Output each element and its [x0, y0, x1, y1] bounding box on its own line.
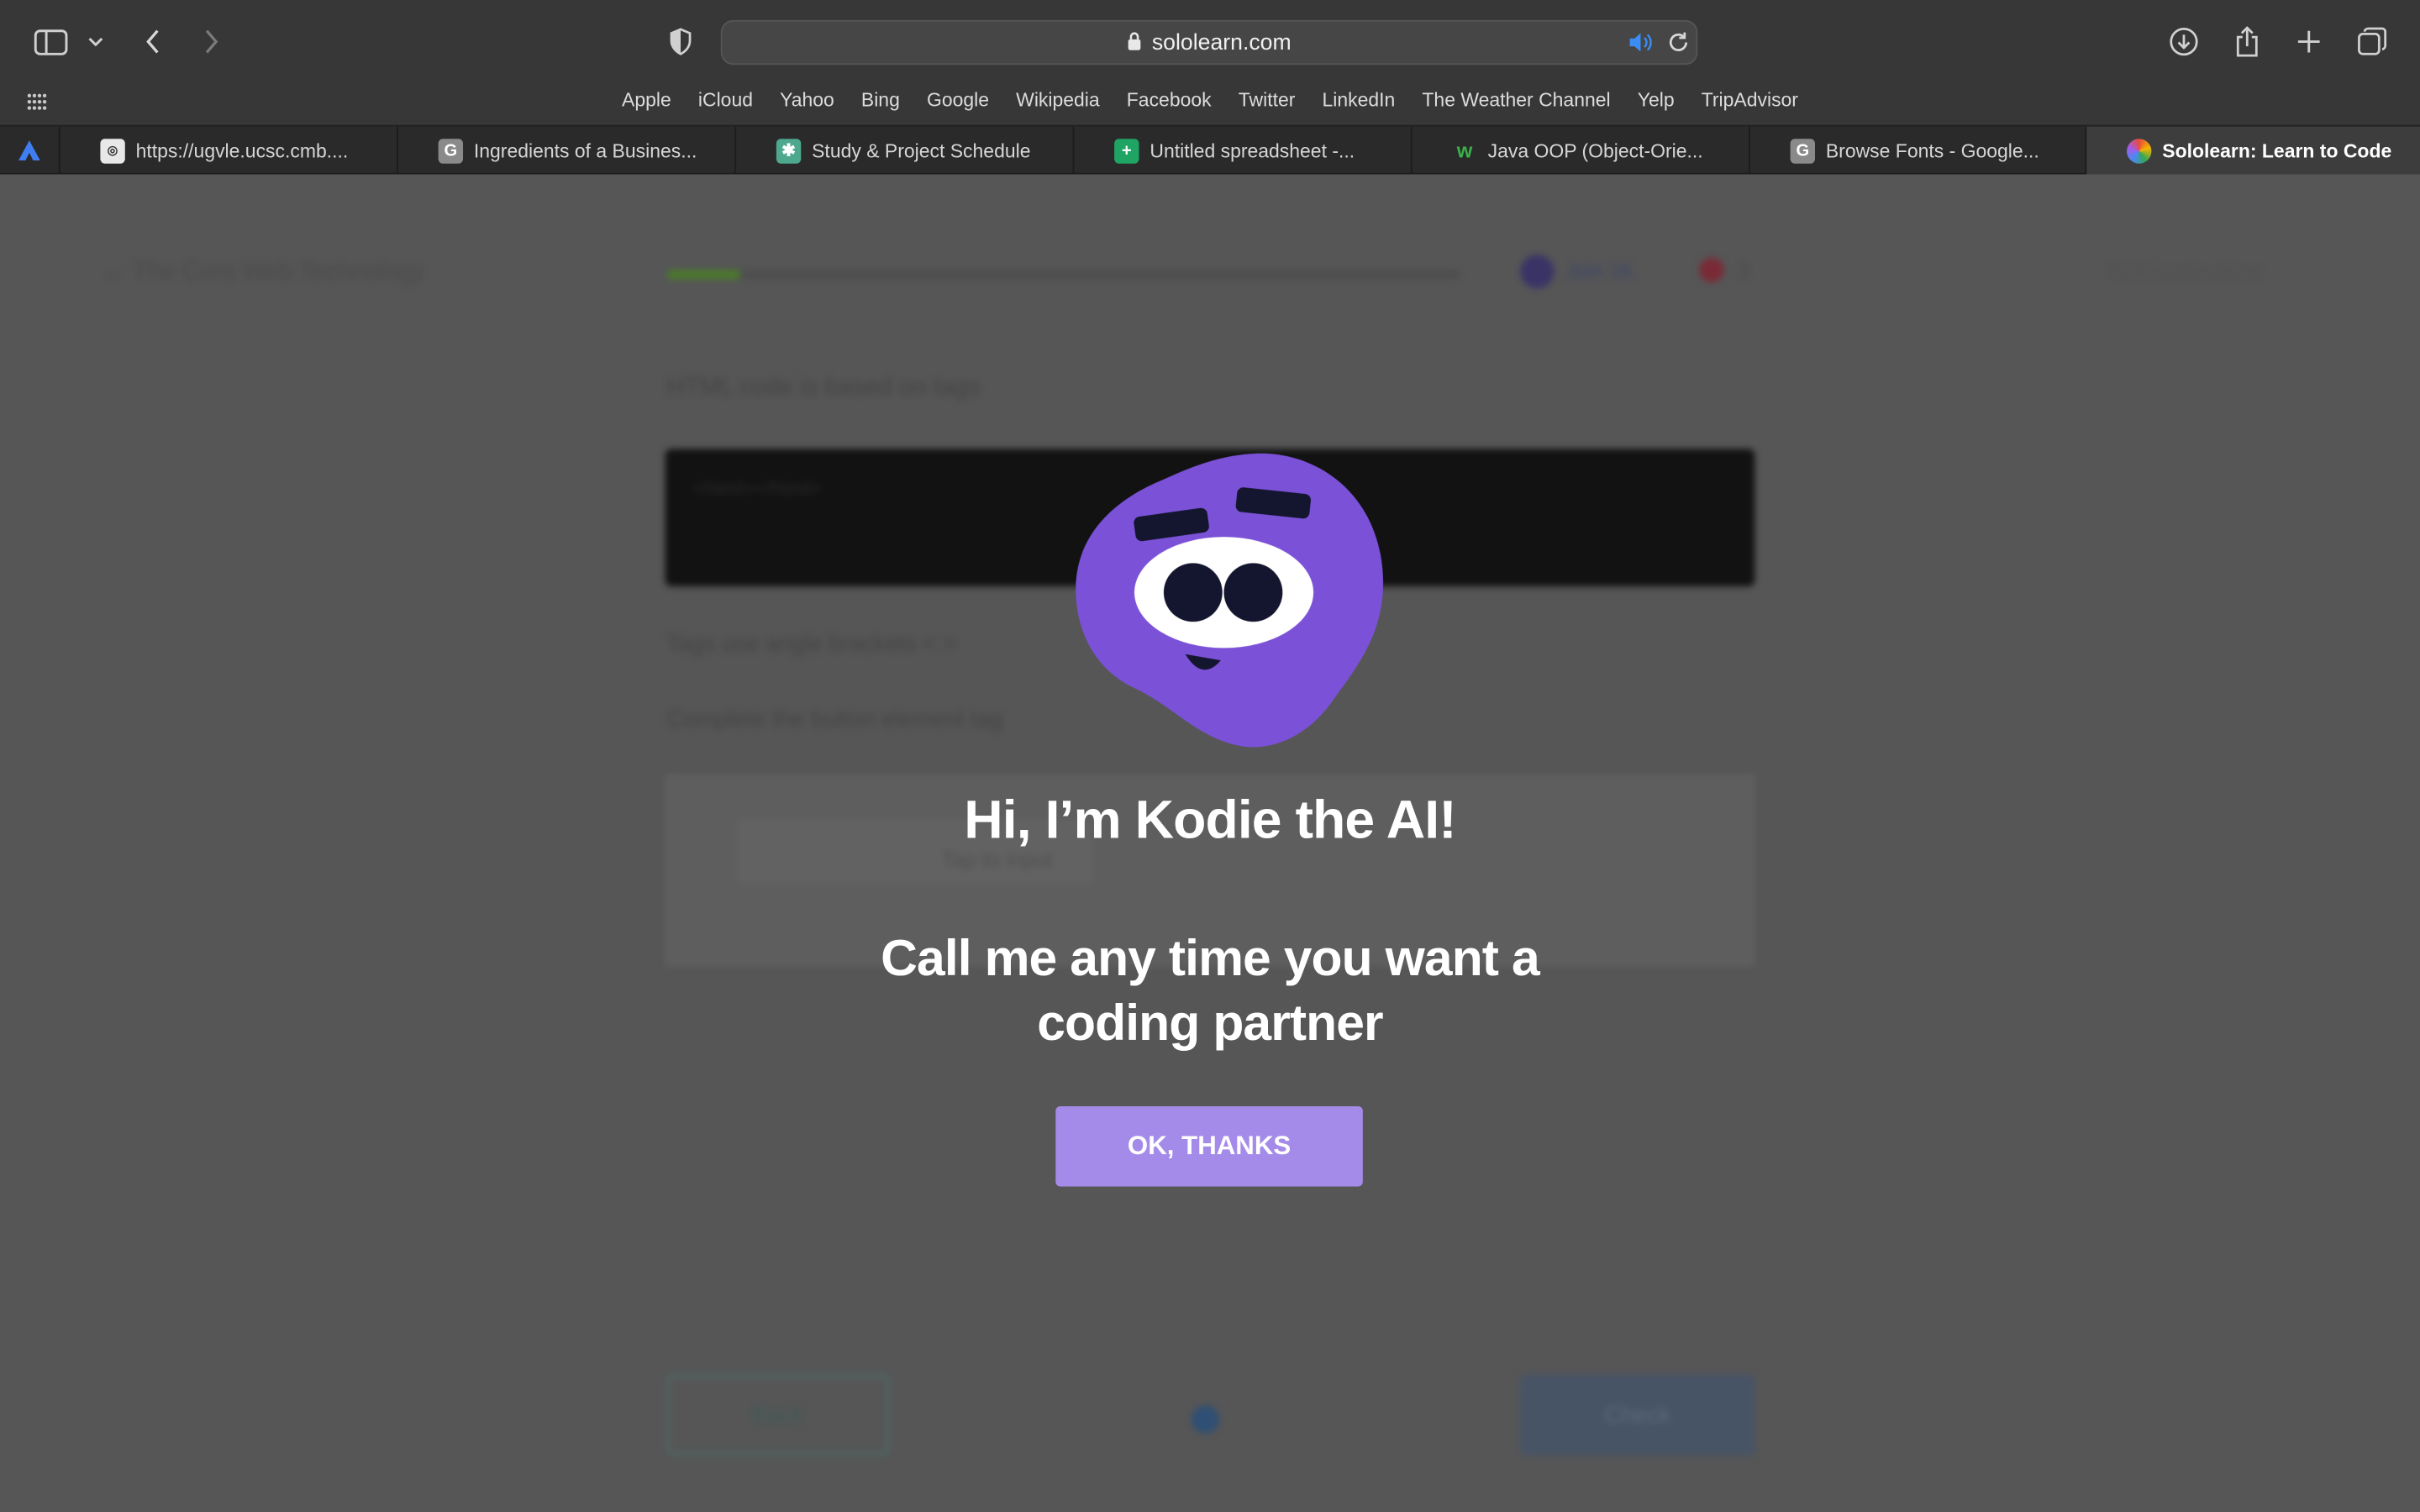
lesson-text: HTML code is based on tags — [666, 375, 981, 402]
new-tab-plus-icon[interactable] — [2293, 20, 2324, 63]
back-arrow-icon[interactable] — [139, 20, 166, 63]
w3schools-favicon: w — [1456, 139, 1473, 162]
kodie-mascot-icon — [1076, 453, 1384, 748]
tab-ingredients[interactable]: G Ingredients of a Busines... — [397, 126, 734, 175]
forward-arrow-icon[interactable] — [197, 20, 225, 63]
pinned-tab[interactable] — [0, 127, 59, 175]
modal-subtitle: Call me any time you want a coding partn… — [747, 926, 1673, 1055]
user-label: Join 1K — [1566, 259, 1634, 283]
hearts-count: 3 — [1738, 259, 1749, 283]
sololearn-favicon — [2127, 138, 2152, 163]
lesson-back-link[interactable]: ← The Core Web Technology — [102, 260, 424, 287]
url-text: sololearn.com — [1151, 30, 1292, 56]
tab-label: https://ugvle.ucsc.cmb.... — [135, 139, 349, 161]
sidebar-toggle-icon[interactable] — [33, 20, 70, 63]
tab-label: Sololearn: Learn to Code — [2162, 139, 2392, 161]
heart-icon — [1699, 257, 1724, 283]
tab-label: Java OOP (Object-Orie... — [1487, 139, 1703, 161]
favorites-bar: Apple iCloud Yahoo Bing Google Wikipedia… — [0, 90, 2420, 112]
tab-ucsc[interactable]: ◎ https://ugvle.ucsc.cmb.... — [58, 126, 397, 175]
favorite-link[interactable]: The Weather Channel — [1422, 90, 1610, 112]
lesson-text: Complete the button element tag — [666, 706, 1003, 733]
reload-icon[interactable] — [1667, 31, 1691, 62]
code-text: <html></html> — [692, 476, 822, 501]
lesson-text: Tags use angle brackets < > — [666, 631, 957, 658]
chatgpt-favicon: ✱ — [776, 138, 802, 163]
back-button[interactable]: Back — [666, 1374, 889, 1456]
speaker-icon[interactable] — [1628, 31, 1653, 62]
favorite-link[interactable]: Bing — [861, 90, 900, 112]
sheets-favicon: + — [1114, 138, 1139, 163]
check-button[interactable]: Check — [1520, 1374, 1755, 1456]
favorite-link[interactable]: Twitter — [1239, 90, 1296, 112]
lock-icon — [1127, 31, 1142, 57]
tab-label: Ingredients of a Busines... — [473, 139, 697, 161]
ok-thanks-button[interactable]: OK, THANKS — [1055, 1105, 1363, 1187]
pinned-app-icon — [18, 140, 40, 161]
tab-label: Study & Project Schedule — [812, 139, 1031, 161]
ucsc-favicon: ◎ — [100, 138, 125, 163]
tab-java-oop[interactable]: w Java OOP (Object-Orie... — [1410, 126, 1749, 175]
address-bar[interactable]: sololearn.com — [720, 19, 1698, 66]
favorite-link[interactable]: Yelp — [1638, 90, 1675, 112]
tab-spreadsheet[interactable]: + Untitled spreadsheet -... — [1072, 126, 1411, 175]
favorite-link[interactable]: Yahoo — [780, 90, 834, 112]
lesson-progress-bar — [666, 270, 1460, 280]
tab-study-schedule[interactable]: ✱ Study & Project Schedule — [734, 126, 1072, 175]
modal-subtitle-line: coding partner — [1037, 993, 1383, 1051]
browser-toolbar: sololearn.com — [0, 0, 2420, 83]
g-favicon: G — [438, 138, 464, 163]
settings-link[interactable]: No hi explanations — [2108, 260, 2260, 282]
modal-title: Hi, I’m Kodie the AI! — [964, 790, 1456, 851]
lesson-title: The Core Web Technology — [133, 259, 425, 286]
favorite-link[interactable]: Apple — [622, 90, 671, 112]
favorite-link[interactable]: Google — [927, 90, 989, 112]
tab-sololearn[interactable]: Sololearn: Learn to Code — [2085, 126, 2420, 175]
modal-subtitle-line: Call me any time you want a — [881, 928, 1540, 986]
tab-bar: ◎ https://ugvle.ucsc.cmb.... G Ingredien… — [0, 124, 2420, 175]
browser-chrome: sololearn.com Apple iCloud Yahoo Bing Go… — [0, 0, 2420, 175]
g-favicon: G — [1790, 138, 1815, 163]
share-icon[interactable] — [2232, 20, 2263, 63]
step-indicator — [1191, 1405, 1220, 1434]
tab-overview-icon[interactable] — [2355, 20, 2389, 63]
tab-label: Untitled spreadsheet -... — [1150, 139, 1355, 161]
favorite-link[interactable]: iCloud — [698, 90, 753, 112]
download-icon[interactable] — [2167, 20, 2201, 63]
shield-icon[interactable] — [666, 20, 697, 63]
chevron-down-icon[interactable] — [85, 20, 107, 63]
favorite-link[interactable]: Facebook — [1127, 90, 1212, 112]
tab-label: Browse Fonts - Google... — [1825, 139, 2039, 161]
avatar — [1520, 255, 1555, 289]
favorite-link[interactable]: LinkedIn — [1322, 90, 1395, 112]
tab-browse-fonts[interactable]: G Browse Fonts - Google... — [1749, 126, 2085, 175]
favorite-link[interactable]: Wikipedia — [1016, 90, 1100, 112]
favorite-link[interactable]: TripAdvisor — [1702, 90, 1798, 112]
